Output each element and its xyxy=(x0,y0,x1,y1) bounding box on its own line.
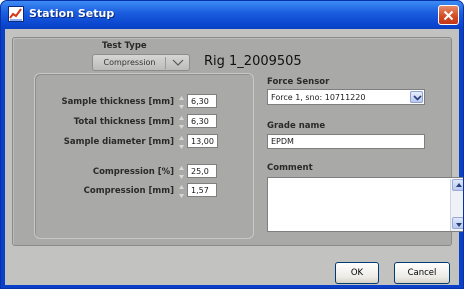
comment-label: Comment xyxy=(267,163,313,173)
compression-percent-input[interactable]: 25,0 xyxy=(187,164,217,178)
spin-arrows-icon xyxy=(179,96,184,109)
comment-scrollbar[interactable] xyxy=(450,179,463,231)
force-sensor-value: Force 1, sno: 10711220 xyxy=(271,93,366,102)
arrow-down-icon xyxy=(456,223,462,227)
arrow-up-icon xyxy=(456,183,462,187)
sample-diameter-input[interactable]: 13,00 xyxy=(187,134,218,148)
sample-diameter-label: Sample diameter [mm] xyxy=(63,137,174,147)
force-sensor-select[interactable]: Force 1, sno: 10711220 xyxy=(267,89,425,105)
total-thickness-spinner[interactable] xyxy=(178,115,185,130)
chevron-down-icon xyxy=(172,59,184,66)
compression-mm-label: Compression [mm] xyxy=(83,186,174,196)
sample-diameter-spinner[interactable] xyxy=(178,135,185,150)
scroll-down-button[interactable] xyxy=(452,217,463,229)
close-icon xyxy=(443,10,454,21)
compression-mm-spinner[interactable] xyxy=(178,184,185,199)
rig-name: Rig 1_2009505 xyxy=(204,54,302,69)
grade-name-label: Grade name xyxy=(267,121,326,131)
close-button[interactable] xyxy=(438,5,459,25)
test-type-label: Test Type xyxy=(102,41,147,51)
spin-arrows-icon xyxy=(179,116,184,129)
dialog-client-area: Test Type Compression Rig 1_2009505 Samp… xyxy=(5,29,463,285)
spin-arrows-icon xyxy=(179,136,184,149)
force-sensor-dropdown-button[interactable] xyxy=(410,91,423,103)
compression-percent-label: Compression [%] xyxy=(92,167,174,177)
total-thickness-label: Total thickness [mm] xyxy=(73,117,174,127)
scroll-up-button[interactable] xyxy=(452,179,463,191)
sample-thickness-input[interactable]: 6,30 xyxy=(187,94,217,108)
window-title: Station Setup xyxy=(29,7,115,20)
app-icon xyxy=(8,6,24,22)
spin-arrows-icon xyxy=(179,185,184,198)
total-thickness-input[interactable]: 6,30 xyxy=(187,114,217,128)
compression-mm-input[interactable]: 1,57 xyxy=(187,183,217,197)
grade-name-input[interactable]: EPDM xyxy=(267,134,425,149)
sample-thickness-spinner[interactable] xyxy=(178,95,185,110)
force-sensor-label: Force Sensor xyxy=(267,77,330,87)
compression-percent-spinner[interactable] xyxy=(178,165,185,180)
comment-textarea[interactable] xyxy=(267,177,463,232)
cancel-button[interactable]: Cancel xyxy=(394,262,450,284)
setup-panel: Test Type Compression Rig 1_2009505 Samp… xyxy=(12,37,463,246)
test-type-selector[interactable]: Compression xyxy=(92,54,190,71)
sample-thickness-label: Sample thickness [mm] xyxy=(61,97,174,107)
spin-arrows-icon xyxy=(179,166,184,179)
test-type-value: Compression xyxy=(103,58,156,67)
title-bar[interactable]: Station Setup xyxy=(1,1,463,29)
station-setup-window: Station Setup Test Type Compression Rig … xyxy=(0,0,464,289)
ok-button[interactable]: OK xyxy=(335,262,379,284)
chevron-down-icon xyxy=(413,95,422,101)
